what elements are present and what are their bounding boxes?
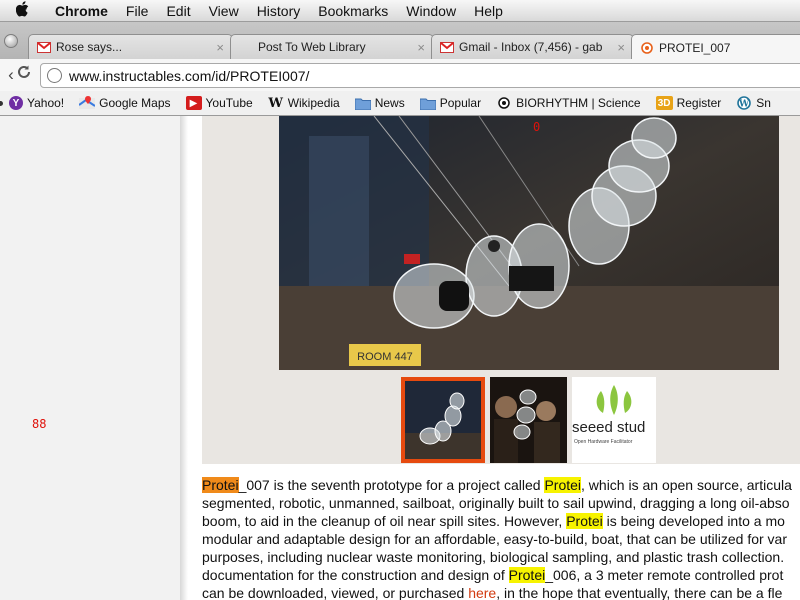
main-photo[interactable]: ROOM 447 — [279, 116, 779, 370]
article-line: can be downloaded, viewed, or purchased … — [202, 584, 800, 600]
reload-icon[interactable] — [13, 64, 35, 85]
menu-edit[interactable]: Edit — [157, 3, 199, 19]
bookmark-folder-popular[interactable]: Popular — [419, 96, 482, 110]
article-line: purposes, including nuclear waste monito… — [202, 549, 785, 565]
gmail-icon — [37, 41, 51, 53]
thumbnail-3-seeed-logo[interactable]: seeed stud Open Hardware Facilitator — [572, 377, 656, 463]
search-highlight: Protei — [202, 477, 239, 493]
here-link[interactable]: here — [468, 585, 496, 600]
bookmark-label: Register — [676, 96, 722, 110]
url-text: www.instructables.com/id/PROTEI007/ — [69, 67, 310, 84]
bookmark-register[interactable]: 3D Register — [655, 96, 722, 110]
content-shadow — [180, 116, 188, 600]
seeed-brand-text: seeed stud — [572, 419, 645, 436]
menu-chrome[interactable]: Chrome — [46, 3, 117, 19]
bookmark-wordpress[interactable]: W Sn — [736, 96, 771, 110]
bookmark-label: Yahoo! — [27, 96, 65, 110]
thumbnail-1-selected[interactable] — [401, 377, 485, 463]
close-icon[interactable]: × — [417, 40, 425, 55]
seeed-tagline-text: Open Hardware Facilitator — [574, 439, 633, 445]
instructables-icon — [640, 41, 654, 54]
tab-gmail-inbox[interactable]: Gmail - Inbox (7,456) - gab × — [431, 34, 634, 59]
tab-rose-says[interactable]: Rose says... × — [28, 34, 233, 59]
tab-strip: Rose says... × Post To Web Library × Gma… — [0, 22, 800, 59]
search-highlight: Protei — [544, 477, 582, 493]
mac-menu-bar: Chrome File Edit View History Bookmarks … — [0, 0, 800, 22]
article-text: _006, a 3 meter remote controlled prot — [545, 567, 784, 583]
tab-protei-007[interactable]: PROTEI_007 — [631, 34, 800, 59]
bookmark-label: Sn — [756, 96, 771, 110]
3d-icon: 3D — [655, 96, 673, 110]
left-gutter — [0, 116, 180, 600]
tab-title: Gmail - Inbox (7,456) - gab — [459, 40, 603, 54]
youtube-icon: ▶ — [185, 96, 202, 110]
article-body: Protei_007 is the seventh prototype for … — [202, 476, 800, 600]
article-text: can be downloaded, viewed, or purchased — [202, 585, 469, 600]
google-maps-icon — [79, 96, 96, 110]
bookmark-label: Wikipedia — [287, 96, 340, 110]
bookmark-biorhythm[interactable]: BIORHYTHM | Science — [496, 96, 641, 110]
article-text: boom, to aid in the cleanup of oil near … — [202, 513, 567, 529]
window-control-icon[interactable] — [4, 34, 18, 48]
article-text: , which is an open source, articula — [581, 477, 792, 493]
bookmark-overflow[interactable] — [0, 100, 3, 106]
biorhythm-icon — [496, 96, 512, 110]
bookmark-label: BIORHYTHM | Science — [516, 96, 641, 110]
tab-post-to-web-library[interactable]: Post To Web Library × — [230, 34, 434, 59]
menu-view[interactable]: View — [200, 3, 248, 19]
debug-number: 88 — [32, 417, 47, 431]
search-highlight: Protei — [566, 513, 603, 529]
close-icon[interactable]: × — [617, 40, 625, 55]
blank-page-icon — [239, 41, 253, 53]
wordpress-icon: W — [736, 96, 752, 110]
page-viewport: 88 ROOM 447 0 seeed stud Open Hardware F… — [0, 116, 800, 600]
tab-title: Post To Web Library — [258, 40, 366, 54]
bookmark-label: YouTube — [205, 96, 253, 110]
article-line: Protei_007 is the seventh prototype for … — [202, 476, 800, 494]
menu-window[interactable]: Window — [397, 3, 465, 19]
menu-help[interactable]: Help — [465, 3, 512, 19]
folder-icon — [419, 96, 436, 110]
article-line: segmented, robotic, unmanned, sailboat, … — [202, 495, 790, 511]
bookmark-label: Google Maps — [99, 96, 171, 110]
search-highlight: Protei — [508, 567, 546, 583]
folder-icon — [354, 96, 371, 110]
debug-number: 0 — [533, 120, 541, 134]
close-icon[interactable]: × — [216, 40, 224, 55]
bookmark-google-maps[interactable]: Google Maps — [79, 96, 171, 110]
bookmark-label: News — [374, 96, 405, 110]
yahoo-icon: Y — [9, 96, 23, 110]
article-text: _007 is the seventh prototype for a proj… — [238, 477, 545, 493]
bookmark-label: Popular — [439, 96, 482, 110]
tab-title: Rose says... — [56, 40, 123, 54]
globe-icon — [47, 68, 62, 83]
bookmarks-bar: Y Yahoo! Google Maps ▶ YouTube W Wikiped… — [0, 91, 800, 116]
article-text: documentation for the construction and d… — [202, 567, 509, 583]
tab-title: PROTEI_007 — [659, 40, 731, 55]
apple-menu-icon[interactable] — [0, 0, 46, 21]
thumbnail-2[interactable] — [490, 377, 567, 463]
article-text: is being developed into a mo — [602, 513, 785, 529]
bookmark-youtube[interactable]: ▶ YouTube — [185, 96, 253, 110]
bookmark-wikipedia[interactable]: W Wikipedia — [268, 95, 340, 111]
address-bar[interactable]: www.instructables.com/id/PROTEI007/ — [40, 63, 800, 88]
menu-file[interactable]: File — [117, 3, 158, 19]
svg-text:W: W — [738, 100, 750, 110]
article-line: boom, to aid in the cleanup of oil near … — [202, 512, 800, 530]
photo-sign-text: ROOM 447 — [357, 351, 413, 363]
gmail-icon — [440, 41, 454, 53]
article-line: documentation for the construction and d… — [202, 566, 800, 584]
browser-toolbar: ‹ www.instructables.com/id/PROTEI007/ — [0, 59, 800, 91]
menu-history[interactable]: History — [248, 3, 310, 19]
wikipedia-icon: W — [268, 95, 283, 111]
bullet-icon — [0, 100, 3, 106]
article-line: modular and adaptable design for an affo… — [202, 531, 788, 547]
menu-bookmarks[interactable]: Bookmarks — [309, 3, 397, 19]
bookmark-yahoo[interactable]: Y Yahoo! — [9, 96, 64, 110]
article-text: , in the hope that eventually, there can… — [496, 585, 783, 600]
bookmark-folder-news[interactable]: News — [354, 96, 405, 110]
